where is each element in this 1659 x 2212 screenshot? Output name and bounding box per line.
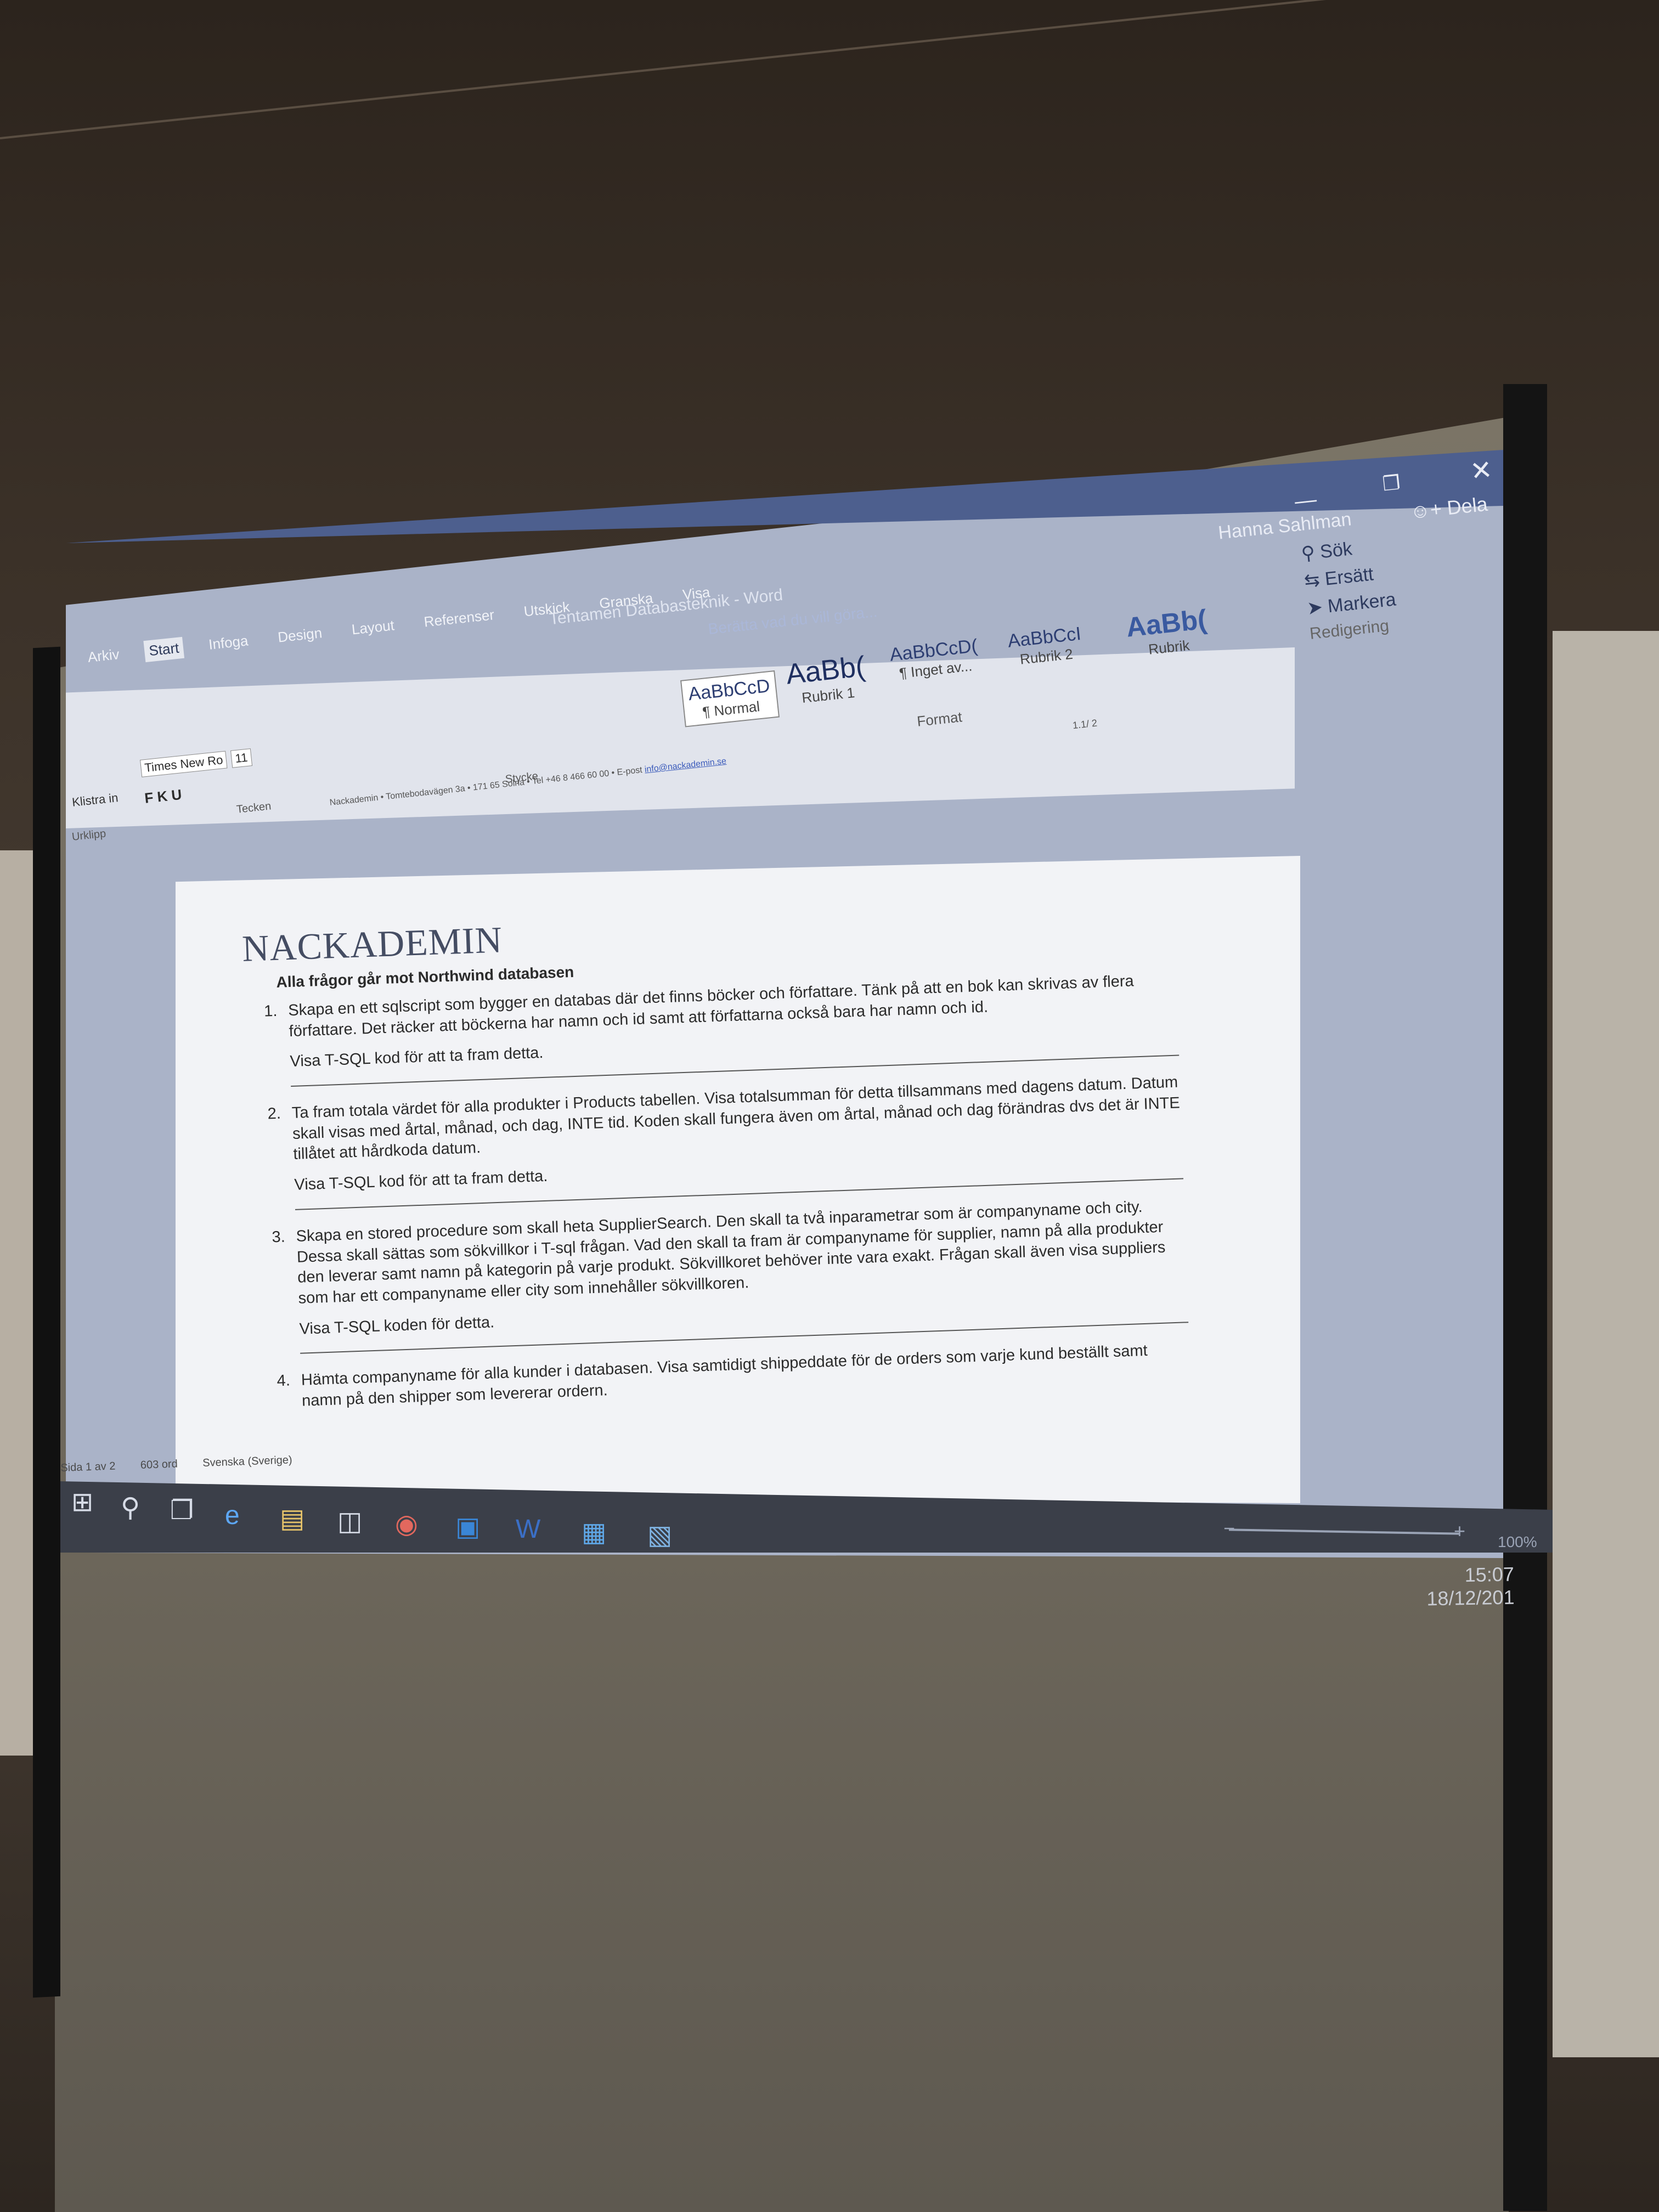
store-icon[interactable]: ◫ [337,1506,362,1537]
restore-icon[interactable]: ❐ [1381,471,1401,495]
search-icon: ⚲ [1300,541,1322,565]
style-rubrik[interactable]: AaBb( Rubrik [1125,603,1210,661]
replace-label: Ersätt [1324,563,1375,590]
question-text: Skapa en stored procedure som skall heta… [296,1198,1166,1307]
question-number: 4. [276,1372,291,1390]
chrome-icon[interactable]: ◉ [395,1509,418,1539]
tab-visa[interactable]: Visa [677,581,715,606]
search-icon[interactable]: ⚲ [121,1492,140,1523]
task-view-icon[interactable]: ❐ [170,1495,194,1526]
edge-browser-icon[interactable]: e [225,1500,240,1531]
share-label: Dela [1446,492,1489,520]
tab-start[interactable]: Start [143,636,185,663]
clock-time: 15:07 [1464,1562,1515,1587]
select-label: Markera [1327,589,1397,617]
word-count[interactable]: 603 ord [140,1458,178,1471]
system-clock[interactable]: 15:07 18/12/201 [1426,1563,1515,1611]
style-rubrik-1[interactable]: AaBb( Rubrik 1 [785,650,868,708]
outlook-icon[interactable]: ▣ [455,1511,480,1542]
close-icon[interactable]: ✕ [1469,454,1494,487]
whiteboard-right [1553,631,1659,2057]
person-add-icon: ☺+ [1409,496,1448,523]
editing-panel: ⚲ Sök ⇆ Ersätt ➤ Markera Redigering [1300,523,1497,648]
question-number: 1. [263,1002,278,1020]
zoom-level[interactable]: 100% [1498,1533,1537,1551]
style-rubrik-2[interactable]: AaBbCcI Rubrik 2 [1007,623,1084,669]
replace-icon: ⇆ [1303,568,1327,592]
minimize-icon[interactable]: — [1294,487,1318,514]
zoom-in-button[interactable]: + [1454,1520,1465,1543]
question-text: Hämta companyname för alla kunder i data… [301,1342,1148,1410]
screen-frame-right [1503,384,1547,2211]
document-content: NACKADEMIN Alla frågor går mot Northwind… [241,895,1191,1430]
page-count[interactable]: Sida 1 av 2 [60,1460,116,1474]
find-label: Sök [1319,538,1353,563]
clock-date: 18/12/201 [1426,1585,1515,1610]
language-indicator[interactable]: Svenska (Sverige) [202,1454,292,1469]
question-item: 3. Skapa en stored procedure som skall h… [252,1195,1189,1356]
app-icon[interactable]: ▧ [647,1520,672,1550]
app-icon[interactable]: ▦ [582,1517,606,1548]
screen-frame-left [33,646,60,1998]
word-icon[interactable]: W [516,1514,540,1544]
question-number: 2. [267,1104,281,1123]
question-number: 3. [272,1228,286,1246]
tab-arkiv[interactable]: Arkiv [82,643,125,668]
windows-start-icon[interactable]: ⊞ [71,1487,93,1517]
question-item: 1. Skapa en ett sqlscript som bygger en … [244,970,1180,1088]
question-item: 2. Ta fram totala värdet för alla produk… [247,1073,1184,1212]
file-explorer-icon[interactable]: ▤ [280,1503,304,1534]
style-normal[interactable]: AaBbCcD ¶ Normal [680,670,780,727]
cursor-icon: ➤ [1306,596,1329,619]
font-size-select[interactable]: 11 [230,748,252,768]
